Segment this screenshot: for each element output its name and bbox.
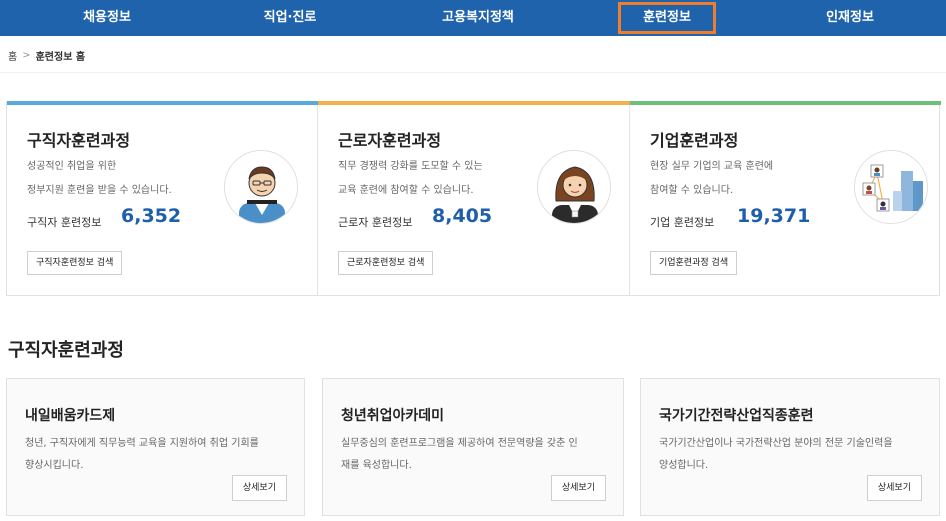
card-title: 구직자훈련과정	[27, 131, 131, 150]
nav-item-talent-info[interactable]: 인재정보	[795, 0, 905, 36]
training-overview-panel: 구직자훈련과정 성공적인 취업을 위한 정부지원 훈련을 받을 수 있습니다. …	[6, 101, 941, 296]
card-accent-bar	[7, 101, 318, 105]
male-officeworker-icon	[224, 150, 298, 224]
nav-item-training-info[interactable]: 훈련정보	[618, 2, 716, 34]
jobseeker-training-card: 구직자훈련과정 성공적인 취업을 위한 정부지원 훈련을 받을 수 있습니다. …	[7, 101, 318, 296]
training-count: 19,371	[737, 205, 811, 227]
breadcrumb-home[interactable]: 홈	[8, 48, 17, 63]
training-count: 6,352	[121, 205, 182, 227]
breadcrumb: 홈 > 훈련정보 홈	[8, 46, 85, 64]
youth-academy-card: 청년취업아카데미 실무중심의 훈련프로그램을 제공하여 전문역량을 갖춘 인 재…	[322, 378, 624, 516]
card-description: 성공적인 취업을 위한 정부지원 훈련을 받을 수 있습니다.	[27, 161, 172, 196]
nav-item-welfare-policy[interactable]: 고용복지정책	[418, 0, 538, 36]
national-strategic-industry-card: 국가기간전략산업직종훈련 국가기간산업이나 국가전략산업 분야의 전문 기술인력…	[640, 378, 940, 516]
card-accent-bar	[630, 101, 941, 105]
top-navigation: 채용정보 직업·진로 고용복지정책 훈련정보 인재정보	[0, 0, 946, 36]
card-description: 청년, 구직자에게 직무능력 교육을 지원하여 취업 기회를 향상시킵니다.	[25, 438, 259, 471]
breadcrumb-separator: >	[22, 49, 31, 61]
card-title: 국가기간전략산업직종훈련	[659, 408, 814, 424]
card-description: 국가기간산업이나 국가전략산업 분야의 전문 기술인력을 양성합니다.	[659, 438, 893, 471]
card-title: 기업훈련과정	[650, 131, 739, 150]
details-button[interactable]: 상세보기	[550, 475, 606, 501]
count-label: 구직자 훈련정보	[27, 216, 102, 229]
count-label: 기업 훈련정보	[650, 216, 715, 229]
training-count: 8,405	[432, 205, 493, 227]
nav-item-job-info[interactable]: 채용정보	[52, 0, 162, 36]
nav-item-career[interactable]: 직업·진로	[235, 0, 345, 36]
card-title: 내일배움카드제	[25, 408, 116, 424]
company-network-icon	[854, 150, 928, 224]
card-accent-bar	[318, 101, 630, 105]
breadcrumb-current: 훈련정보 홈	[35, 51, 86, 63]
card-title: 청년취업아카데미	[341, 408, 445, 424]
company-training-card: 기업훈련과정 현장 실무 기업의 교육 훈련에 참여할 수 있습니다. 기업 훈…	[630, 101, 941, 296]
worker-search-button[interactable]: 근로자훈련정보 검색	[338, 251, 434, 275]
female-officeworker-icon	[537, 150, 611, 224]
worker-training-card: 근로자훈련과정 직무 경쟁력 강화를 도모할 수 있는 교육 훈련에 참여할 수…	[318, 101, 630, 296]
count-label: 근로자 훈련정보	[338, 216, 413, 229]
section-title: 구직자훈련과정	[8, 340, 124, 361]
tomorrow-learning-card: 내일배움카드제 청년, 구직자에게 직무능력 교육을 지원하여 취업 기회를 향…	[6, 378, 305, 516]
jobseeker-search-button[interactable]: 구직자훈련정보 검색	[27, 251, 123, 275]
card-description: 실무중심의 훈련프로그램을 제공하여 전문역량을 갖춘 인 재를 육성합니다.	[341, 438, 578, 471]
details-button[interactable]: 상세보기	[866, 475, 922, 501]
breadcrumb-divider	[0, 72, 946, 73]
card-description: 직무 경쟁력 강화를 도모할 수 있는 교육 훈련에 참여할 수 있습니다.	[338, 161, 483, 196]
card-description: 현장 실무 기업의 교육 훈련에 참여할 수 있습니다.	[650, 161, 774, 196]
details-button[interactable]: 상세보기	[231, 475, 287, 501]
company-search-button[interactable]: 기업훈련과정 검색	[650, 251, 738, 275]
card-title: 근로자훈련과정	[338, 131, 442, 150]
